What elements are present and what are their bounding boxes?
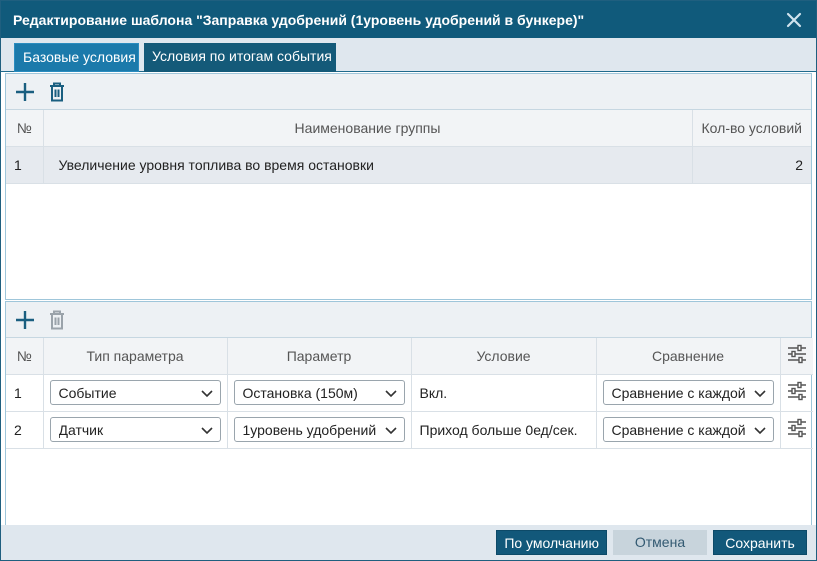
groups-toolbar <box>6 74 811 110</box>
compare-select[interactable]: Сравнение с каждой <box>602 380 774 405</box>
param-type-cell: Датчик <box>43 411 228 449</box>
chevron-down-icon <box>384 390 397 398</box>
col-group-name[interactable]: Наименование группы <box>43 110 693 147</box>
dialog-title: Редактирование шаблона "Заправка удобрен… <box>13 11 585 28</box>
condition-num: 1 <box>6 374 44 412</box>
col-param-type[interactable]: Тип параметра <box>43 338 228 375</box>
sliders-icon <box>787 345 806 364</box>
tab-base-conditions[interactable]: Базовые условия <box>14 43 139 72</box>
param-select[interactable]: Остановка (150м) <box>233 380 405 405</box>
col-conditions-count[interactable]: Кол-во условий <box>692 110 811 147</box>
add-condition-button[interactable] <box>14 309 36 331</box>
group-count: 2 <box>692 146 811 184</box>
col-num[interactable]: № <box>6 110 44 147</box>
add-group-button[interactable] <box>14 81 36 103</box>
chevron-down-icon <box>200 390 213 398</box>
table-row[interactable]: 1 Увеличение уровня топлива во время ост… <box>6 146 811 184</box>
trash-icon <box>50 82 64 101</box>
save-button[interactable]: Сохранить <box>713 530 807 555</box>
table-row: 2 Датчик 1уровень удобрений Приход больш… <box>6 411 813 449</box>
param-cell: 1уровень удобрений <box>227 411 412 449</box>
sliders-icon <box>787 418 806 438</box>
condition-text: Приход больше 0ед/сек. <box>411 411 597 449</box>
row-settings-button[interactable] <box>780 374 813 412</box>
conditions-panel: № Тип параметра Параметр Условие Сравнен… <box>5 301 813 527</box>
conditions-toolbar <box>6 302 811 338</box>
compare-cell: Сравнение с каждой <box>596 374 781 412</box>
dialog-titlebar: Редактирование шаблона "Заправка удобрен… <box>1 1 816 38</box>
groups-panel: № Наименование группы Кол-во условий 1 У… <box>5 73 812 300</box>
tab-event-result-conditions[interactable]: Условия по итогам события <box>144 43 336 72</box>
plus-icon <box>16 82 34 101</box>
column-settings-button[interactable] <box>780 338 813 375</box>
edit-template-dialog: Редактирование шаблона "Заправка удобрен… <box>0 0 817 561</box>
default-button[interactable]: По умолчанию <box>496 530 607 555</box>
delete-condition-button[interactable] <box>46 309 68 331</box>
chevron-down-icon <box>753 427 766 435</box>
param-type-cell: Событие <box>43 374 228 412</box>
close-icon[interactable] <box>784 10 804 30</box>
row-settings-button[interactable] <box>780 411 813 449</box>
col-compare[interactable]: Сравнение <box>596 338 781 375</box>
col-param[interactable]: Параметр <box>227 338 412 375</box>
param-cell: Остановка (150м) <box>227 374 412 412</box>
param-select[interactable]: 1уровень удобрений <box>233 417 405 442</box>
plus-icon <box>16 310 34 329</box>
conditions-table: № Тип параметра Параметр Условие Сравнен… <box>6 338 813 449</box>
col-condition[interactable]: Условие <box>411 338 597 375</box>
group-name: Увеличение уровня топлива во время остан… <box>43 146 693 184</box>
param-type-select[interactable]: Датчик <box>49 417 221 442</box>
chevron-down-icon <box>200 427 213 435</box>
table-row: 1 Событие Остановка (150м) Вкл. Сравнени… <box>6 374 813 412</box>
param-type-select[interactable]: Событие <box>49 380 221 405</box>
condition-num: 2 <box>6 411 44 449</box>
condition-text: Вкл. <box>411 374 597 412</box>
delete-group-button[interactable] <box>46 81 68 103</box>
dialog-footer: По умолчанию Отмена Сохранить <box>1 525 816 560</box>
tab-bar: Базовые условия Условия по итогам событи… <box>1 38 816 72</box>
sliders-icon <box>787 381 806 401</box>
chevron-down-icon <box>753 390 766 398</box>
compare-select[interactable]: Сравнение с каждой <box>602 417 774 442</box>
col-num[interactable]: № <box>6 338 44 375</box>
compare-cell: Сравнение с каждой <box>596 411 781 449</box>
trash-icon <box>50 310 64 329</box>
cancel-button[interactable]: Отмена <box>613 530 707 555</box>
groups-table: № Наименование группы Кол-во условий 1 У… <box>6 110 811 184</box>
chevron-down-icon <box>384 427 397 435</box>
group-num: 1 <box>6 146 44 184</box>
